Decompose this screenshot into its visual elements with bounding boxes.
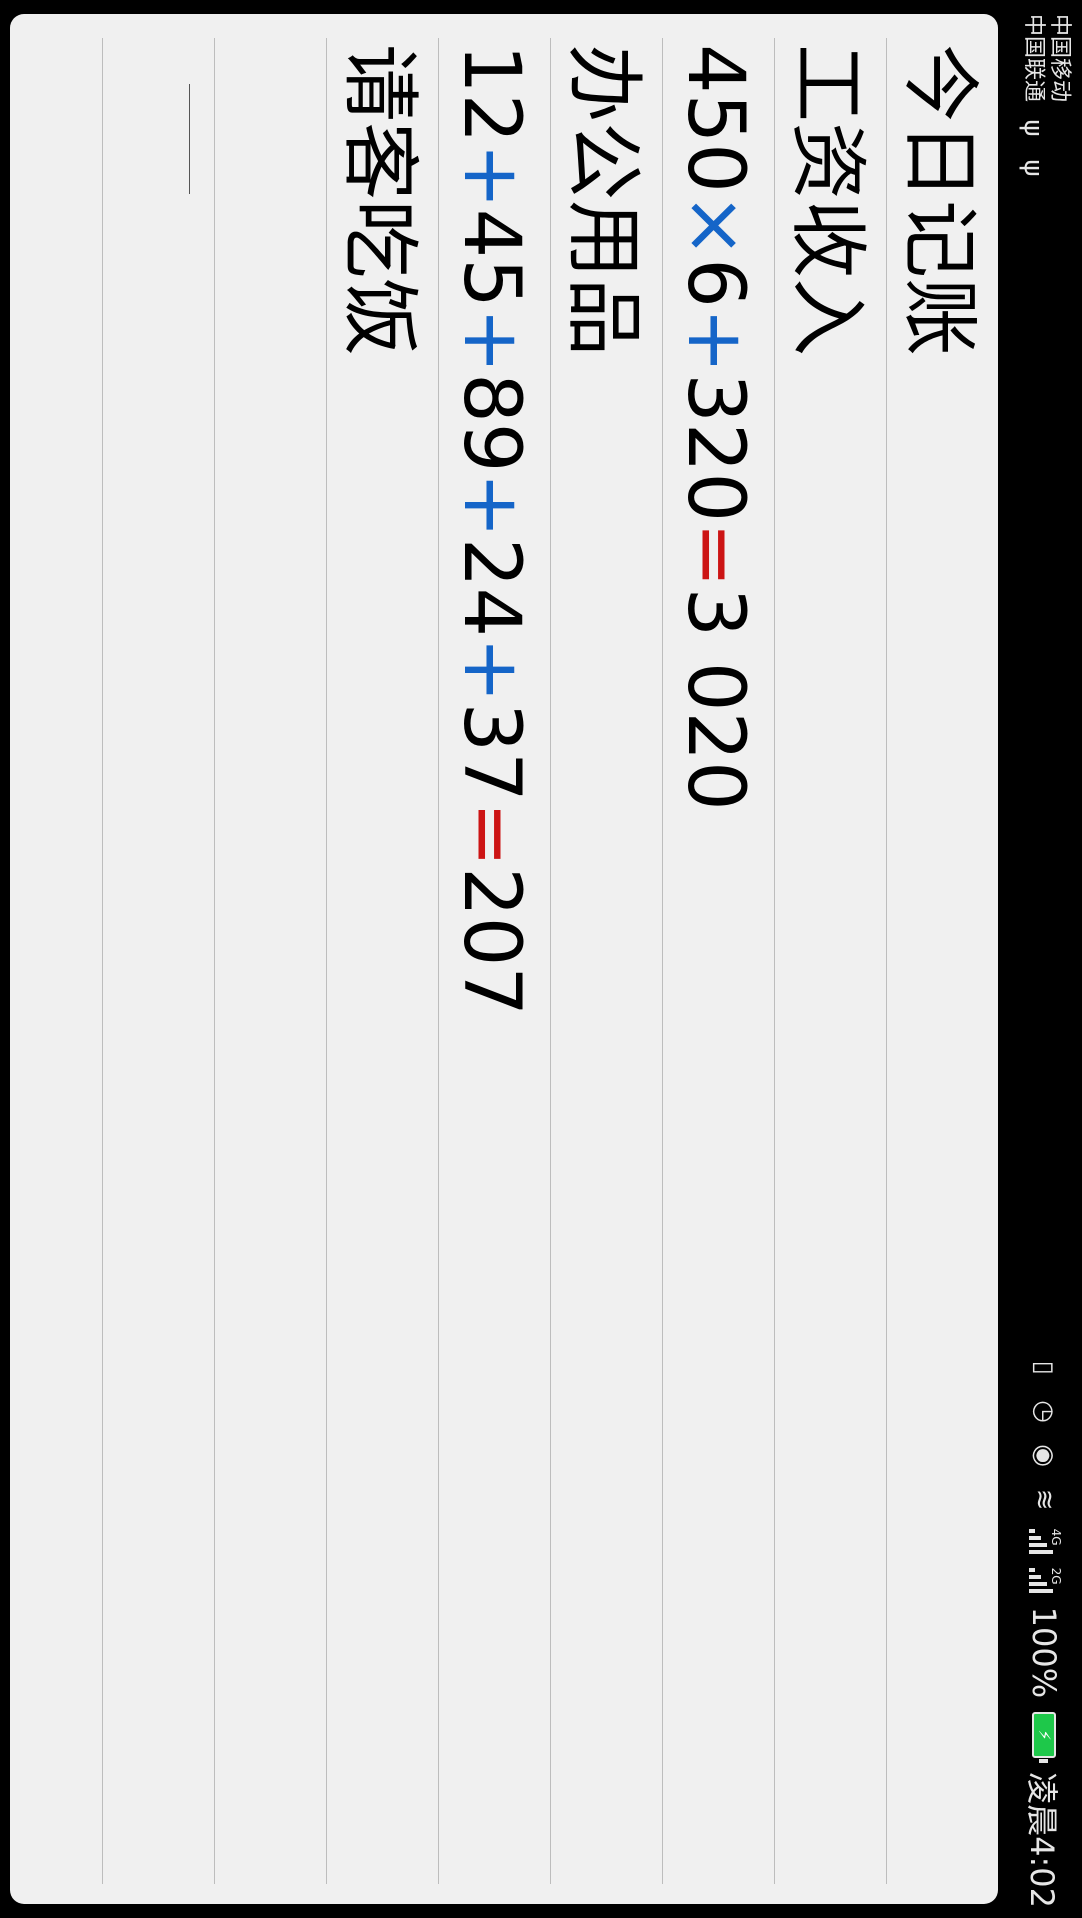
notebook-line-4[interactable]: 12 +45 +89 +24 +37 = 207 bbox=[438, 38, 550, 1884]
num: 89 bbox=[446, 373, 536, 473]
plus-operator: + bbox=[446, 143, 536, 209]
carrier-info: 中国移动 中国联通 ψ ψ bbox=[1018, 14, 1072, 182]
vibrate-icon: ▯ bbox=[1029, 1360, 1059, 1375]
title-text: 今日记账 bbox=[894, 44, 984, 357]
notebook-line-7[interactable] bbox=[102, 38, 214, 1884]
plus-operator: + bbox=[446, 472, 536, 538]
usb-icon: ψ bbox=[1018, 159, 1048, 177]
num: 450 bbox=[670, 44, 760, 193]
result: 3 020 bbox=[670, 587, 760, 811]
status-icons: ▯ ◷ ◉ ≋ 4G 2G 100% ⚡ 凌晨4:02 bbox=[1014, 1353, 1074, 1908]
num: 45 bbox=[446, 208, 536, 308]
notebook-line-3[interactable]: 办公用品 bbox=[550, 38, 662, 1884]
num: 6 bbox=[670, 258, 760, 308]
times-operator: × bbox=[670, 192, 760, 259]
num: 320 bbox=[670, 373, 760, 523]
usb-icon: ψ bbox=[1018, 119, 1048, 137]
network-type-1: 4G bbox=[1049, 1528, 1063, 1546]
plus-operator: + bbox=[446, 307, 536, 374]
result: 207 bbox=[446, 867, 536, 1017]
text-cursor-marker bbox=[188, 84, 190, 194]
carrier-2-name: 中国联通 bbox=[1021, 14, 1046, 103]
line-1-text: 工资收入 bbox=[782, 44, 872, 357]
notebook-line-5[interactable]: 请客吃饭 bbox=[326, 38, 438, 1884]
signal-icon: 2G bbox=[1029, 1567, 1063, 1593]
signal-icon: 4G bbox=[1029, 1528, 1063, 1554]
num: 12 bbox=[446, 44, 536, 144]
notebook-title: 今日记账 bbox=[886, 38, 998, 1884]
battery-charging-icon: ⚡ bbox=[1032, 1712, 1056, 1759]
carrier-1-name: 中国移动 bbox=[1047, 14, 1072, 103]
num: 24 bbox=[446, 537, 536, 638]
notebook-line-8[interactable] bbox=[10, 38, 102, 1884]
network-type-2: 2G bbox=[1049, 1567, 1063, 1585]
alarm-icon: ◷ bbox=[1029, 1400, 1059, 1423]
num: 37 bbox=[446, 702, 536, 802]
notebook-line-1[interactable]: 工资收入 bbox=[774, 38, 886, 1884]
plus-operator: + bbox=[670, 307, 760, 374]
notebook-line-2[interactable]: 450 × 6 +320 = 3 020 bbox=[662, 38, 774, 1884]
line-3-text: 办公用品 bbox=[558, 44, 648, 357]
notebook-page[interactable]: 今日记账 工资收入 450 × 6 +320 = 3 020 办公用品 12 +45 +89 +… bbox=[10, 14, 998, 1904]
line-5-text: 请客吃饭 bbox=[334, 44, 424, 357]
battery-percent: 100% bbox=[1025, 1606, 1063, 1699]
carrier-1-row: 中国移动 bbox=[1046, 14, 1072, 182]
eye-icon: ◉ bbox=[1029, 1444, 1059, 1467]
plus-operator: + bbox=[446, 637, 536, 703]
notebook-content: 今日记账 工资收入 450 × 6 +320 = 3 020 办公用品 12 +45 +89 +… bbox=[10, 14, 998, 1904]
equals-sign: = bbox=[670, 522, 760, 588]
status-bar-content: 中国移动 中国联通 ψ ψ ▯ ◷ ◉ ≋ 4G 2G 100% ⚡ 凌晨4:0 bbox=[1002, 0, 1082, 1918]
carrier-2-row: 中国联通 ψ ψ bbox=[1018, 14, 1048, 182]
status-bar: 中国移动 中国联通 ψ ψ ▯ ◷ ◉ ≋ 4G 2G 100% ⚡ 凌晨4:0 bbox=[1002, 0, 1082, 1918]
equals-sign: = bbox=[446, 801, 536, 868]
notebook-line-6[interactable] bbox=[214, 38, 326, 1884]
wifi-icon: ≋ bbox=[1029, 1488, 1059, 1511]
clock: 凌晨4:02 bbox=[1023, 1772, 1061, 1908]
